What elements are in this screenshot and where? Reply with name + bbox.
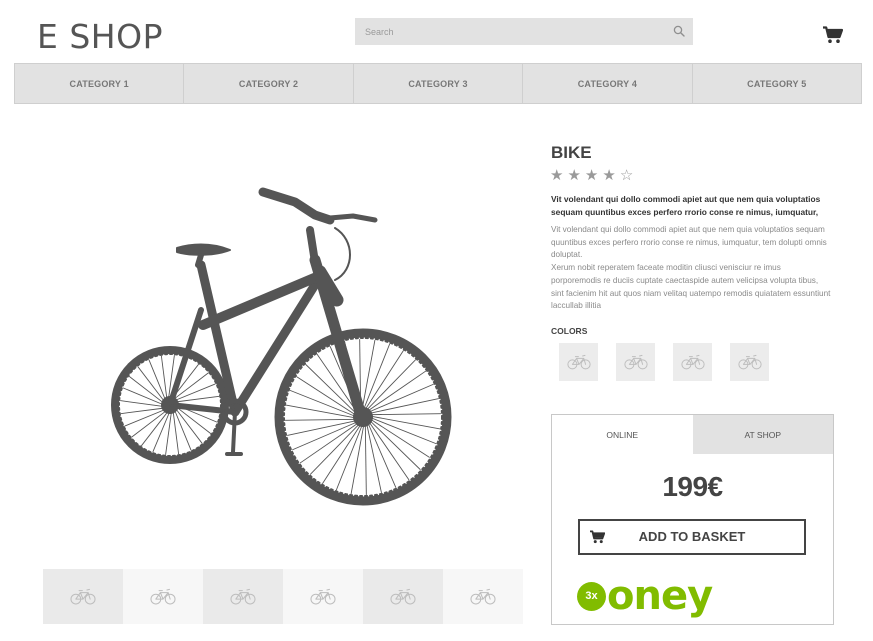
bike-icon: [310, 588, 336, 605]
color-swatch-3[interactable]: [673, 343, 712, 381]
bike-icon: [624, 354, 648, 370]
thumbnail-6[interactable]: [443, 569, 523, 624]
bike-icon: [470, 588, 496, 605]
color-swatch-4[interactable]: [730, 343, 769, 381]
nav-category-3[interactable]: CATEGORY 3: [354, 64, 524, 103]
bike-icon: [230, 588, 256, 605]
description-paragraph-1: Vit volendant qui dollo commodi apiet au…: [551, 225, 827, 260]
nav-category-5[interactable]: CATEGORY 5: [693, 64, 861, 103]
product-lead-text: Vit volendant qui dollo commodi apiet au…: [551, 194, 821, 217]
product-main-image: [111, 187, 452, 506]
product-description: Vit volendant qui dollo commodi apiet au…: [551, 224, 833, 313]
rating-stars: ★★★★☆: [550, 166, 637, 184]
star-filled-icon: ★: [584, 166, 603, 184]
purchase-tabs: ONLINE AT SHOP: [552, 415, 833, 454]
star-filled-icon: ★: [567, 166, 585, 184]
add-to-basket-button[interactable]: ADD TO BASKET: [578, 519, 806, 555]
thumbnail-4[interactable]: [283, 569, 363, 624]
oney-financing-logo[interactable]: 3x oney: [577, 573, 713, 619]
thumbnail-1[interactable]: [43, 569, 123, 624]
bike-icon: [150, 588, 176, 605]
star-empty-icon: ☆: [619, 166, 638, 184]
tab-at-shop[interactable]: AT SHOP: [692, 415, 833, 454]
tab-online[interactable]: ONLINE: [552, 415, 693, 454]
product-title: BIKE: [551, 143, 592, 162]
logo[interactable]: E SHOP: [37, 17, 163, 56]
purchase-box: ONLINE AT SHOP 199€ ADD TO BASKET 3x one…: [551, 414, 834, 625]
thumbnail-3[interactable]: [203, 569, 283, 624]
cart-icon[interactable]: [823, 26, 843, 44]
nav-category-2[interactable]: CATEGORY 2: [184, 64, 354, 103]
thumbnail-2[interactable]: [123, 569, 203, 624]
oney-brand: oney: [607, 573, 713, 619]
bike-icon: [390, 588, 416, 605]
bike-icon: [567, 354, 591, 370]
thumbnail-5[interactable]: [363, 569, 443, 624]
thumbnail-strip: [43, 569, 523, 624]
star-filled-icon: ★: [602, 166, 620, 184]
star-filled-icon: ★: [550, 166, 568, 184]
color-swatches: [559, 343, 769, 381]
category-nav: CATEGORY 1 CATEGORY 2 CATEGORY 3 CATEGOR…: [14, 63, 862, 104]
nav-category-1[interactable]: CATEGORY 1: [15, 64, 185, 103]
search-bar[interactable]: [355, 18, 693, 45]
bike-icon: [681, 354, 705, 370]
product-price: 199€: [662, 471, 723, 502]
bike-icon: [70, 588, 96, 605]
bike-icon: [738, 354, 762, 370]
search-input[interactable]: [355, 18, 655, 45]
oney-installments-badge: 3x: [577, 581, 606, 611]
color-swatch-2[interactable]: [616, 343, 655, 381]
color-swatch-1[interactable]: [559, 343, 598, 381]
description-paragraph-2: Xerum nobit reperatem faceate moditin cl…: [551, 263, 831, 311]
search-icon[interactable]: [673, 25, 685, 37]
add-to-basket-label: ADD TO BASKET: [638, 529, 746, 544]
colors-label: COLORS: [551, 326, 588, 336]
nav-category-4[interactable]: CATEGORY 4: [523, 64, 693, 103]
